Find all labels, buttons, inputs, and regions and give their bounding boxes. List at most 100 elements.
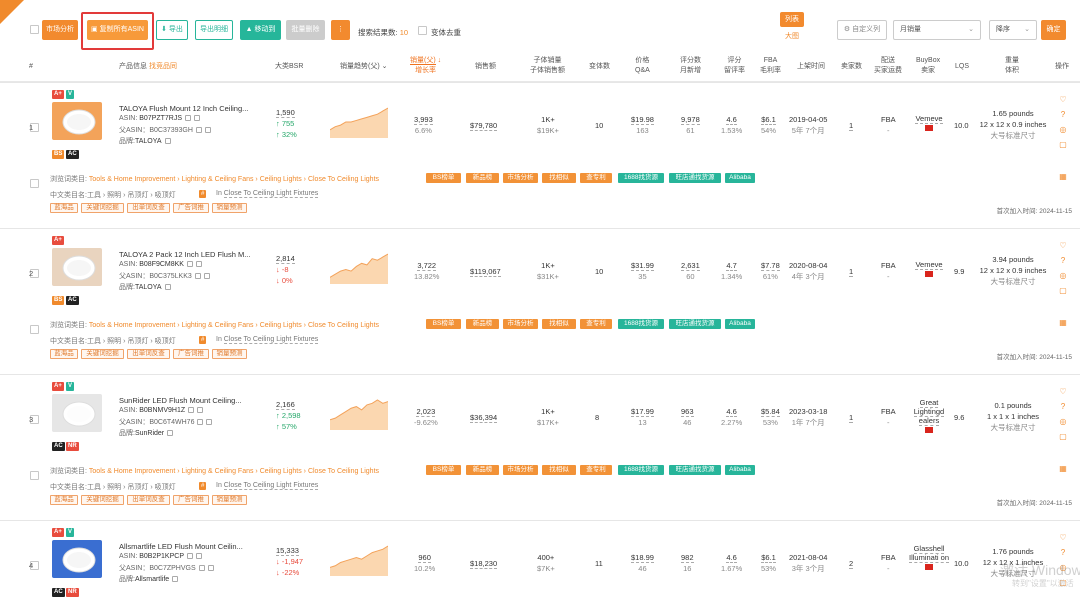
col-sellers[interactable]: 卖家数 [841,62,862,72]
product-title[interactable]: TALOYA Flush Mount 12 Inch Ceiling... [119,104,259,113]
tool-tag[interactable]: 关键词挖掘 [81,203,124,213]
col-child-sales[interactable]: 子体销量 子体销售额 [530,56,565,76]
chrome-icon[interactable]: ◎ [1059,418,1067,426]
comment-icon[interactable]: ▢ [1059,433,1067,441]
find-competitor-link[interactable]: 找竞品同 [149,63,177,70]
link-icon[interactable] [194,115,201,122]
heart-icon[interactable]: ♡ [1059,242,1067,250]
product-image[interactable] [52,102,102,140]
link-icon[interactable] [197,407,204,414]
tool-tag[interactable]: 出单词反查 [127,203,170,213]
product-image[interactable] [52,248,102,286]
list-view-toggle[interactable]: 列表 [780,12,804,27]
tool-tag[interactable]: 销量预测 [212,203,247,213]
comment-icon[interactable]: ▢ [1059,287,1067,295]
sellers-cell[interactable]: 1 [849,412,854,423]
question-icon[interactable]: ? [1059,257,1067,265]
buybox-seller-link[interactable]: Great Lightingd ealers [913,398,945,426]
col-fba[interactable]: FBA 毛利率 [760,56,781,76]
asin-value[interactable]: B0BNMV9H1Z [139,407,185,414]
tool-tag[interactable]: 出单词反查 [127,495,170,505]
category-tag[interactable]: 找相似 [542,173,576,183]
category-tag[interactable]: Alibaba [725,465,755,475]
category-tag[interactable]: Alibaba [725,173,755,183]
category-tag[interactable]: Alibaba [725,319,755,329]
category-tag[interactable]: BS榜单 [426,465,461,475]
sales-trend-sparkline[interactable] [330,252,388,284]
calculator-icon[interactable]: ▦ [1059,319,1067,327]
buybox-seller-link[interactable]: Glasshell Illuminati on [908,544,950,563]
variant-dedupe-checkbox[interactable] [418,26,427,35]
tool-tag[interactable]: 销量预测 [212,349,247,359]
category-tag[interactable]: 新品榜 [466,173,499,183]
category-tag[interactable]: BS榜单 [426,319,461,329]
calculator-icon[interactable]: ▦ [1059,173,1067,181]
cn-leaf-link[interactable]: Close To Ceiling Light Fixtures [223,190,319,198]
link-icon[interactable] [195,261,202,268]
link-icon[interactable] [164,138,171,145]
category-tag[interactable]: 新品榜 [466,465,499,475]
tool-tag[interactable]: 蓝海品 [50,495,78,505]
parent-asin-value[interactable]: B0C375LKK3 [149,273,191,280]
col-variants[interactable]: 变体数 [589,62,610,72]
confirm-button[interactable]: 确定 [1041,20,1066,40]
export-detail-button[interactable]: 导出明细 [195,20,233,40]
category-tag[interactable]: 1688找货源 [618,319,664,329]
row-sub-checkbox[interactable] [30,325,39,334]
product-title[interactable]: Allsmartlife LED Flush Mount Ceilin... [119,542,259,551]
asin-value[interactable]: B0B2P1KPCP [139,553,184,560]
copy-icon[interactable] [194,273,201,280]
product-title[interactable]: TALOYA 2 Pack 12 Inch LED Flush M... [119,250,259,259]
col-price[interactable]: 价格 Q&A [635,56,650,76]
category-tag[interactable]: 1688找货源 [618,173,664,183]
select-all-checkbox[interactable] [30,25,39,34]
category-tag[interactable]: 市场分析 [503,319,538,329]
cn-leaf-link[interactable]: Close To Ceiling Light Fixtures [223,482,319,490]
category-tag[interactable]: 新品榜 [466,319,499,329]
tool-tag[interactable]: 广告词推 [173,203,209,213]
category-path[interactable]: Tools & Home Improvement › Lighting & Ce… [89,322,379,329]
sort-field-select[interactable]: 月销量 ⌄ [893,20,981,40]
link-icon[interactable] [167,430,174,437]
row-sub-checkbox[interactable] [30,179,39,188]
tool-tag[interactable]: 广告词推 [173,495,209,505]
link-icon[interactable] [172,576,179,583]
chrome-icon[interactable]: ◎ [1059,272,1067,280]
category-tag[interactable]: 市场分析 [503,173,538,183]
category-tag[interactable]: 找相似 [542,465,576,475]
market-analysis-button[interactable]: 市场分析 [42,20,78,40]
category-tag[interactable]: 旺店通找货源 [669,465,721,475]
tool-tag[interactable]: 广告词推 [173,349,209,359]
brand-value[interactable]: SunRider [135,430,164,437]
batch-delete-button[interactable]: 批量删除 [286,20,325,40]
calculator-icon[interactable]: ▦ [1059,465,1067,473]
category-tag[interactable]: 查专利 [580,173,612,183]
link-icon[interactable] [164,284,171,291]
question-icon[interactable]: ? [1059,111,1067,119]
col-ratings[interactable]: 评分数 月新增 [680,56,701,76]
sales-trend-sparkline[interactable] [330,544,388,576]
copy-icon[interactable] [197,419,204,426]
col-launch[interactable]: 上架时间 [797,62,825,72]
export-button[interactable]: ⬇ 导出 [156,20,188,40]
link-icon[interactable] [204,127,211,134]
tool-tag[interactable]: 关键词挖掘 [81,495,124,505]
link-icon[interactable] [203,273,210,280]
tool-tag[interactable]: 关键词挖掘 [81,349,124,359]
parent-asin-value[interactable]: B0C37393GH [149,127,193,134]
category-tag[interactable]: 查专利 [580,465,612,475]
copy-icon[interactable] [195,127,202,134]
buybox-seller-link[interactable]: Vemeve [915,114,943,124]
category-tag[interactable]: 1688找货源 [618,465,664,475]
copy-icon[interactable] [186,261,193,268]
category-tag[interactable]: 找相似 [542,319,576,329]
asin-value[interactable]: B07PZT7RJS [139,115,182,122]
brand-value[interactable]: TALOYA [135,138,162,145]
sellers-cell[interactable]: 1 [849,120,854,131]
category-path[interactable]: Tools & Home Improvement › Lighting & Ce… [89,176,379,183]
heart-icon[interactable]: ♡ [1059,388,1067,396]
chrome-icon[interactable]: ◎ [1059,126,1067,134]
move-to-button[interactable]: ▲ 移动到 [240,20,281,40]
custom-columns-button[interactable]: ⚙ 自定义列 [837,20,887,40]
heart-icon[interactable]: ♡ [1059,534,1067,542]
